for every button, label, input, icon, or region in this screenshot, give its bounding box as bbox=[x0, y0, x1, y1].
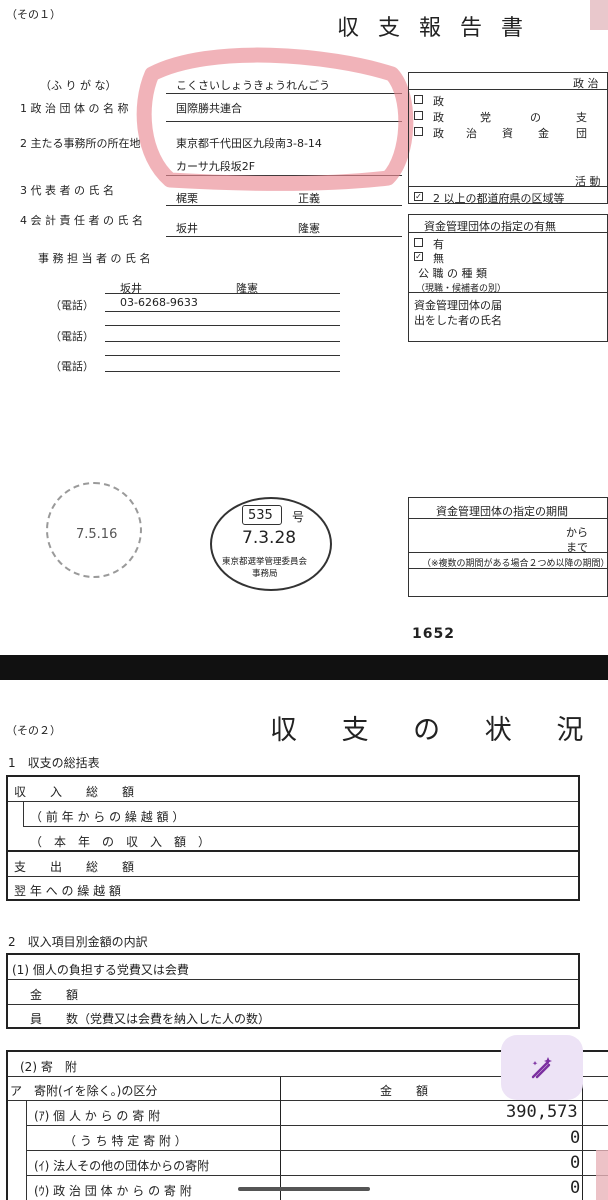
checkbox-branch bbox=[414, 111, 423, 120]
page-title-2: 収 支 の 状 況 bbox=[270, 715, 602, 746]
label-org-name: 1 政 治 団 体 の 名 称 bbox=[20, 102, 129, 115]
type-party: 政 bbox=[433, 95, 444, 108]
pen-sparkle-icon bbox=[531, 1057, 552, 1079]
value-treasurer-surname: 坂井 bbox=[176, 222, 198, 235]
label-staff: 事 務 担 当 者 の 氏 名 bbox=[38, 252, 151, 265]
label-representative: 3 代 表 者 の 氏 名 bbox=[20, 184, 114, 197]
label-furigana: （ふ り が な） bbox=[40, 79, 117, 92]
fees-label: 員 数（党費又は会費を納入した人の数） bbox=[30, 1012, 271, 1026]
donation-row-corporate: (ｲ) 法人その他の団体からの寄附 0 bbox=[26, 1151, 608, 1176]
receipt-org-line1: 東京都選挙管理委員会 bbox=[222, 557, 308, 567]
fees-row-members: 員 数（党費又は会費を納入した人の数） bbox=[8, 1005, 578, 1029]
checkbox-fund bbox=[414, 127, 423, 136]
donation-row-specified: （ う ち 特 定 寄 附 ） 0 bbox=[26, 1126, 608, 1151]
summary-row-current-income: （ 本 年 の 収 入 額 ） bbox=[8, 827, 578, 852]
label-phone-3: （電話） bbox=[50, 360, 94, 373]
fees-table: (1) 個人の負担する党費又は会費 金 額 員 数（党費又は会費を納入した人の数… bbox=[6, 953, 580, 1029]
heading-activity: 活 動 bbox=[575, 175, 601, 188]
heading-political: 政 治 bbox=[573, 77, 599, 90]
donation-row-individual: (ｱ) 個 人 か ら の 寄 附 390,573 bbox=[26, 1101, 608, 1126]
report-page-2: （その２） 収 支 の 状 況 1 収支の総括表 収 入 総 額 （ 前 年 か… bbox=[0, 680, 608, 1200]
type-fund-2: 治 bbox=[466, 127, 477, 140]
checkbox-no: ✓ bbox=[414, 252, 423, 261]
period-from: から bbox=[566, 526, 588, 539]
label-phone-2: （電話） bbox=[50, 330, 94, 343]
type-fund-5: 団 bbox=[576, 127, 587, 140]
donation-title: (2) 寄 附 bbox=[20, 1060, 77, 1074]
donation-header-label: ア 寄附(イを除く。)の区分 bbox=[10, 1084, 158, 1098]
donation-amount: 0 bbox=[570, 1178, 581, 1198]
donation-amount: 390,573 bbox=[506, 1102, 578, 1122]
fees-label: 金 額 bbox=[30, 988, 79, 1002]
fees-title-row: (1) 個人の負担する党費又は会費 bbox=[8, 955, 578, 980]
report-page-1: （その１） 収 支 報 告 書 （ふ り が な） 1 政 治 団 体 の 名 … bbox=[0, 0, 608, 655]
form-number-2: （その２） bbox=[6, 724, 61, 737]
option-no: 無 bbox=[433, 252, 444, 265]
donation-label: (ｲ) 法人その他の団体からの寄附 bbox=[34, 1159, 210, 1173]
donation-amount: 0 bbox=[570, 1128, 581, 1148]
received-date: 7.5.16 bbox=[76, 527, 118, 542]
label-phone-1: （電話） bbox=[50, 299, 94, 312]
value-phone-1: 03-6268-9633 bbox=[120, 296, 198, 309]
type-branch-3: の bbox=[530, 111, 541, 124]
notifier-line1: 資金管理団体の届 bbox=[414, 299, 502, 312]
highlight-edge bbox=[590, 0, 608, 30]
type-fund-4: 金 bbox=[538, 127, 549, 140]
checkbox-activity: ✓ bbox=[414, 192, 423, 201]
receipt-org-line2: 事務局 bbox=[252, 569, 278, 579]
donation-label: (ｱ) 個 人 か ら の 寄 附 bbox=[34, 1109, 161, 1123]
summary-row-next-carryover: 翌 年 へ の 繰 越 額 bbox=[8, 877, 578, 901]
receipt-number-suffix: 号 bbox=[292, 510, 305, 524]
type-branch-2: 党 bbox=[480, 111, 491, 124]
notifier-line2: 出をした者の氏名 bbox=[414, 314, 502, 327]
checkbox-yes bbox=[414, 238, 423, 247]
section2-title: 2 収入項目別金額の内訳 bbox=[8, 935, 148, 949]
donation-label: (ｳ) 政 治 団 体 か ら の 寄 附 bbox=[34, 1184, 192, 1198]
summary-label: 支 出 総 額 bbox=[14, 860, 135, 874]
activity-area: 2 以上の都道府県の区域等 bbox=[433, 192, 565, 205]
page-number: 1652 bbox=[412, 626, 455, 642]
summary-label: （ 本 年 の 収 入 額 ） bbox=[30, 835, 211, 849]
type-branch-4: 支 bbox=[576, 111, 587, 124]
summary-table: 収 入 総 額 （ 前 年 か ら の 繰 越 額 ） （ 本 年 の 収 入 … bbox=[6, 775, 580, 901]
form-number: （その１） bbox=[6, 8, 61, 21]
fees-title: (1) 個人の負担する党費又は会費 bbox=[12, 963, 189, 977]
annotate-button[interactable] bbox=[501, 1035, 583, 1100]
office-type: 公 職 の 種 類 bbox=[418, 267, 487, 280]
highlighter-marker bbox=[136, 47, 414, 191]
type-branch-1: 政 bbox=[433, 111, 444, 124]
value-treasurer-given: 隆憲 bbox=[298, 222, 320, 235]
section1-title: 1 収支の総括表 bbox=[8, 756, 100, 770]
label-treasurer: 4 会 計 責 任 者 の 氏 名 bbox=[20, 214, 143, 227]
home-indicator[interactable] bbox=[238, 1187, 370, 1191]
summary-row-expense-total: 支 出 総 額 bbox=[8, 852, 578, 877]
checkbox-party bbox=[414, 95, 423, 104]
receipt-date: 7.3.28 bbox=[242, 528, 297, 548]
highlight-edge-2 bbox=[596, 1150, 608, 1200]
summary-label: 収 入 総 額 bbox=[14, 785, 135, 799]
summary-row-carryover: （ 前 年 か ら の 繰 越 額 ） bbox=[24, 802, 578, 827]
period-heading: 資金管理団体の指定の期間 bbox=[436, 505, 568, 518]
summary-row-income-total: 収 入 総 額 bbox=[8, 777, 578, 802]
page-divider bbox=[0, 655, 608, 680]
summary-label: 翌 年 へ の 繰 越 額 bbox=[14, 884, 121, 898]
type-fund-1: 政 bbox=[433, 127, 444, 140]
receipt-number: 535 bbox=[248, 508, 273, 523]
type-fund-3: 資 bbox=[502, 127, 513, 140]
donation-header-amount: 金 額 bbox=[380, 1084, 429, 1098]
summary-label: （ 前 年 か ら の 繰 越 額 ） bbox=[30, 810, 185, 824]
fees-row-amount: 金 額 bbox=[8, 980, 578, 1005]
donation-amount: 0 bbox=[570, 1153, 581, 1173]
fund-designation-heading: 資金管理団体の指定の有無 bbox=[424, 220, 556, 233]
donation-label: （ う ち 特 定 寄 附 ） bbox=[64, 1134, 187, 1148]
